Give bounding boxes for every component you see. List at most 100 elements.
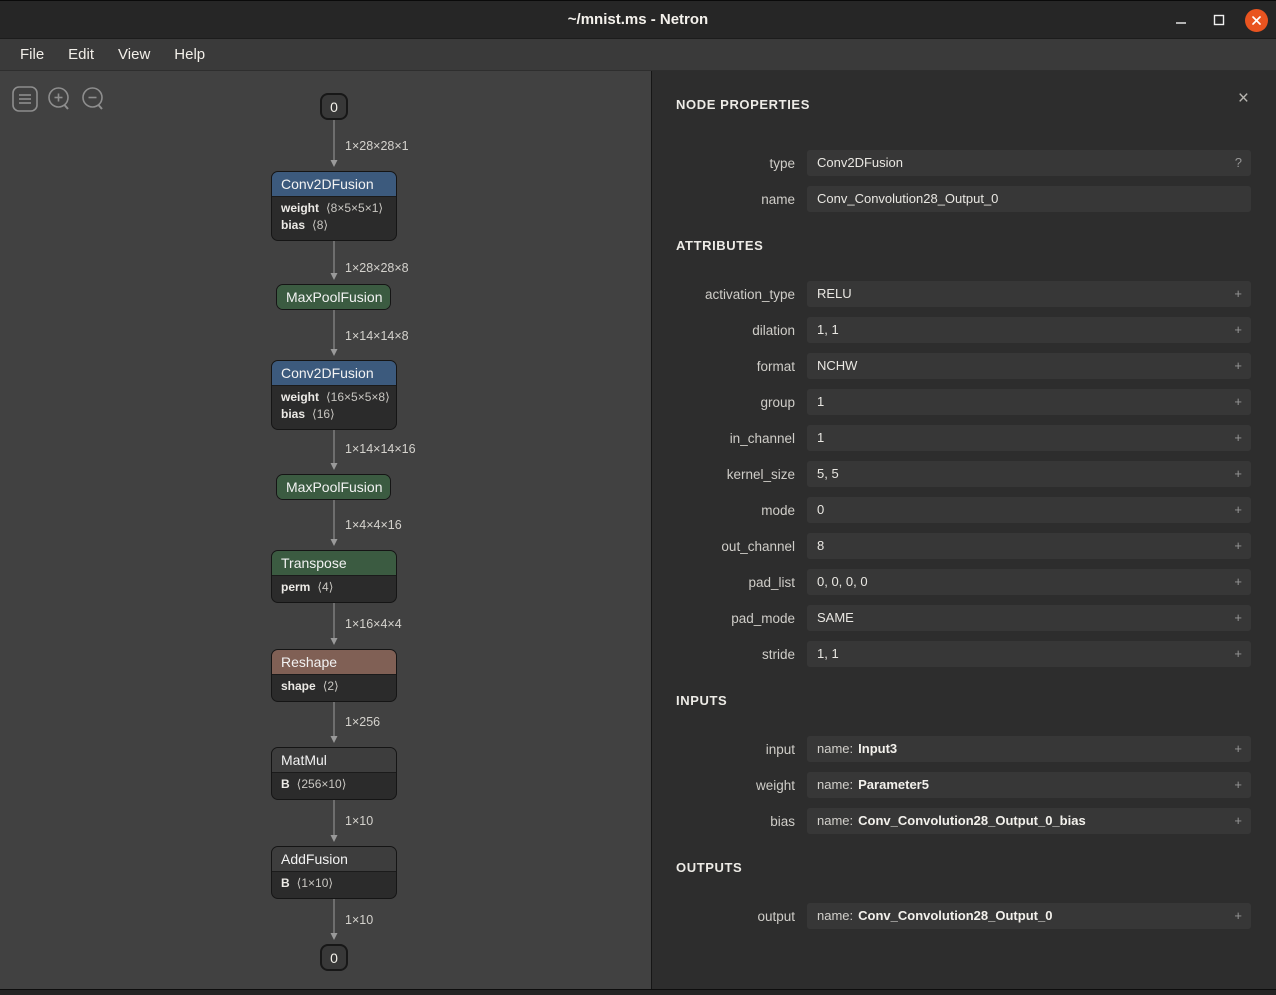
edge-shape-label: 1×28×28×8 xyxy=(345,261,409,275)
attr-row-pad-list: pad_list 0, 0, 0, 0+ xyxy=(676,569,1251,595)
input-value-box[interactable]: name:Conv_Convolution28_Output_0_bias+ xyxy=(807,808,1251,834)
close-button[interactable] xyxy=(1245,9,1268,32)
output-value-box[interactable]: name:Conv_Convolution28_Output_0+ xyxy=(807,903,1251,929)
attr-row-mode: mode 0+ xyxy=(676,497,1251,523)
node-title[interactable]: AddFusion xyxy=(272,847,396,871)
param-key: shape xyxy=(281,679,316,693)
attr-value-box[interactable]: 0+ xyxy=(807,497,1251,523)
attr-row-kernel-size: kernel_size 5, 5+ xyxy=(676,461,1251,487)
expand-icon[interactable]: + xyxy=(1234,772,1242,798)
expand-icon[interactable]: + xyxy=(1234,569,1242,595)
attr-value-box[interactable]: 5, 5+ xyxy=(807,461,1251,487)
menu-file[interactable]: File xyxy=(8,39,56,71)
attr-row-group: group 1+ xyxy=(676,389,1251,415)
menu-help[interactable]: Help xyxy=(162,39,217,71)
param-value: ⟨2⟩ xyxy=(323,679,339,693)
attr-row-pad-mode: pad_mode SAME+ xyxy=(676,605,1251,631)
node-maxpoolfusion-1[interactable]: MaxPoolFusion xyxy=(276,284,391,310)
edge-shape-label: 1×14×14×16 xyxy=(345,442,416,456)
name-label: name xyxy=(676,192,807,207)
node-maxpoolfusion-2[interactable]: MaxPoolFusion xyxy=(276,474,391,500)
expand-icon[interactable]: + xyxy=(1234,497,1242,523)
param-key: bias xyxy=(281,218,305,232)
input-row-weight: weight name:Parameter5+ xyxy=(676,772,1251,798)
outputs-title: OUTPUTS xyxy=(676,860,1251,875)
node-title[interactable]: Transpose xyxy=(272,551,396,575)
param-value: ⟨8⟩ xyxy=(312,218,328,232)
panel-title: NODE PROPERTIES xyxy=(676,97,1251,112)
attr-row-format: format NCHW+ xyxy=(676,353,1251,379)
output-row-output: output name:Conv_Convolution28_Output_0+ xyxy=(676,903,1251,929)
attributes-title: ATTRIBUTES xyxy=(676,238,1251,253)
expand-icon[interactable]: + xyxy=(1234,281,1242,307)
edge-shape-label: 1×14×14×8 xyxy=(345,329,409,343)
attr-value-box[interactable]: RELU+ xyxy=(807,281,1251,307)
attr-value-box[interactable]: 1, 1+ xyxy=(807,641,1251,667)
attr-value-box[interactable]: 8+ xyxy=(807,533,1251,559)
param-value: ⟨16⟩ xyxy=(312,407,335,421)
edge-shape-label: 1×10 xyxy=(345,913,373,927)
param-value: ⟨256×10⟩ xyxy=(297,777,347,791)
panel-close-icon[interactable]: × xyxy=(1238,89,1249,108)
attr-value-box[interactable]: 1+ xyxy=(807,425,1251,451)
node-title[interactable]: MaxPoolFusion xyxy=(277,285,390,309)
input-row-input: input name:Input3+ xyxy=(676,736,1251,762)
titlebar[interactable]: ~/mnist.ms - Netron xyxy=(0,1,1276,39)
expand-icon[interactable]: + xyxy=(1234,425,1242,451)
sidebar-menu-icon[interactable] xyxy=(12,86,38,112)
expand-icon[interactable]: + xyxy=(1234,903,1242,929)
type-doc-icon[interactable]: ? xyxy=(1235,150,1242,176)
attr-row-in-channel: in_channel 1+ xyxy=(676,425,1251,451)
zoom-out-icon[interactable] xyxy=(80,86,106,112)
node-addfusion[interactable]: AddFusion B⟨1×10⟩ xyxy=(271,846,397,899)
expand-icon[interactable]: + xyxy=(1234,461,1242,487)
minimize-button[interactable] xyxy=(1169,8,1193,32)
node-title[interactable]: Reshape xyxy=(272,650,396,674)
node-title[interactable]: MaxPoolFusion xyxy=(277,475,390,499)
menu-edit[interactable]: Edit xyxy=(56,39,106,71)
graph-output-node[interactable]: 0 xyxy=(320,944,348,971)
input-value-box[interactable]: name:Parameter5+ xyxy=(807,772,1251,798)
attr-row-dilation: dilation 1, 1+ xyxy=(676,317,1251,343)
expand-icon[interactable]: + xyxy=(1234,533,1242,559)
window-bottom-edge xyxy=(0,989,1276,995)
attr-value-box[interactable]: NCHW+ xyxy=(807,353,1251,379)
expand-icon[interactable]: + xyxy=(1234,808,1242,834)
expand-icon[interactable]: + xyxy=(1234,605,1242,631)
param-key: weight xyxy=(281,390,319,404)
window-title: ~/mnist.ms - Netron xyxy=(0,1,1276,39)
input-value-box[interactable]: name:Input3+ xyxy=(807,736,1251,762)
node-matmul[interactable]: MatMul B ⟨256×10⟩ xyxy=(271,747,397,800)
edge-shape-label: 1×256 xyxy=(345,715,380,729)
attr-value-box[interactable]: 1+ xyxy=(807,389,1251,415)
expand-icon[interactable]: + xyxy=(1234,353,1242,379)
attr-value-box[interactable]: 0, 0, 0, 0+ xyxy=(807,569,1251,595)
menu-view[interactable]: View xyxy=(106,39,162,71)
node-title[interactable]: Conv2DFusion xyxy=(272,172,396,196)
menubar: File Edit View Help xyxy=(0,39,1276,71)
attr-value-box[interactable]: 1, 1+ xyxy=(807,317,1251,343)
edge-shape-label: 1×4×4×16 xyxy=(345,518,402,532)
param-key: B xyxy=(281,777,290,791)
type-value-box[interactable]: Conv2DFusion ? xyxy=(807,150,1251,176)
expand-icon[interactable]: + xyxy=(1234,389,1242,415)
node-transpose[interactable]: Transpose perm⟨4⟩ xyxy=(271,550,397,603)
maximize-button[interactable] xyxy=(1207,8,1231,32)
node-conv2dfusion-2[interactable]: Conv2DFusion weight⟨16×5×5×8⟩ bias⟨16⟩ xyxy=(271,360,397,430)
expand-icon[interactable]: + xyxy=(1234,736,1242,762)
expand-icon[interactable]: + xyxy=(1234,641,1242,667)
node-reshape[interactable]: Reshape shape ⟨2⟩ xyxy=(271,649,397,702)
type-label: type xyxy=(676,156,807,171)
node-title[interactable]: MatMul xyxy=(272,748,396,772)
name-value-box[interactable]: Conv_Convolution28_Output_0 xyxy=(807,186,1251,212)
window-controls xyxy=(1169,1,1268,39)
attr-row-activation-type: activation_type RELU+ xyxy=(676,281,1251,307)
zoom-in-icon[interactable] xyxy=(46,86,72,112)
graph-input-node[interactable]: 0 xyxy=(320,93,348,120)
attr-value-box[interactable]: SAME+ xyxy=(807,605,1251,631)
expand-icon[interactable]: + xyxy=(1234,317,1242,343)
graph-canvas[interactable]: 0 1×28×28×1 Conv2DFusion weight⟨8×5×5×1⟩… xyxy=(0,71,652,989)
attr-row-out-channel: out_channel 8+ xyxy=(676,533,1251,559)
node-conv2dfusion-1[interactable]: Conv2DFusion weight⟨8×5×5×1⟩ bias⟨8⟩ xyxy=(271,171,397,241)
node-title[interactable]: Conv2DFusion xyxy=(272,361,396,385)
